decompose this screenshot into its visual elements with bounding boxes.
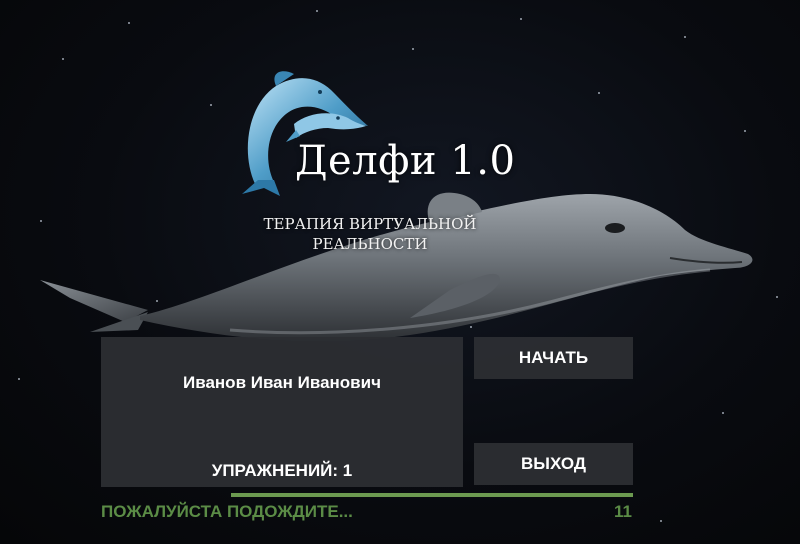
app-subtitle: ТЕРАПИЯ ВИРТУАЛЬНОЙ РЕАЛЬНОСТИ	[250, 214, 490, 254]
start-button[interactable]: НАЧАТЬ	[474, 337, 633, 379]
main-screen: Делфи 1.0 ТЕРАПИЯ ВИРТУАЛЬНОЙ РЕАЛЬНОСТИ…	[0, 0, 800, 544]
progress-fill	[231, 493, 633, 497]
star	[520, 18, 522, 20]
status-message: ПОЖАЛУЙСТА ПОДОЖДИТЕ...	[101, 502, 353, 521]
user-info-panel: Иванов Иван Иванович УПРАЖНЕНИЙ: 1	[101, 337, 463, 487]
star	[128, 22, 130, 24]
star	[598, 92, 600, 94]
exercises-count: УПРАЖНЕНИЙ: 1	[211, 461, 353, 480]
star	[62, 58, 64, 60]
star	[660, 520, 662, 522]
subtitle-line-2: РЕАЛЬНОСТИ	[312, 235, 428, 253]
star	[18, 378, 20, 380]
star	[210, 104, 212, 106]
star	[722, 412, 724, 414]
star	[744, 130, 746, 132]
exit-button[interactable]: ВЫХОД	[474, 443, 633, 485]
subtitle-line-1: ТЕРАПИЯ ВИРТУАЛЬНОЙ	[263, 215, 477, 233]
dolphin-illustration	[40, 192, 753, 342]
star	[684, 36, 686, 38]
app-title: Делфи 1.0	[295, 138, 516, 184]
star	[412, 48, 414, 50]
star	[316, 10, 318, 12]
progress-bar	[231, 493, 633, 497]
status-counter: 11	[614, 502, 632, 521]
user-name: Иванов Иван Иванович	[183, 373, 381, 392]
star	[776, 296, 778, 298]
